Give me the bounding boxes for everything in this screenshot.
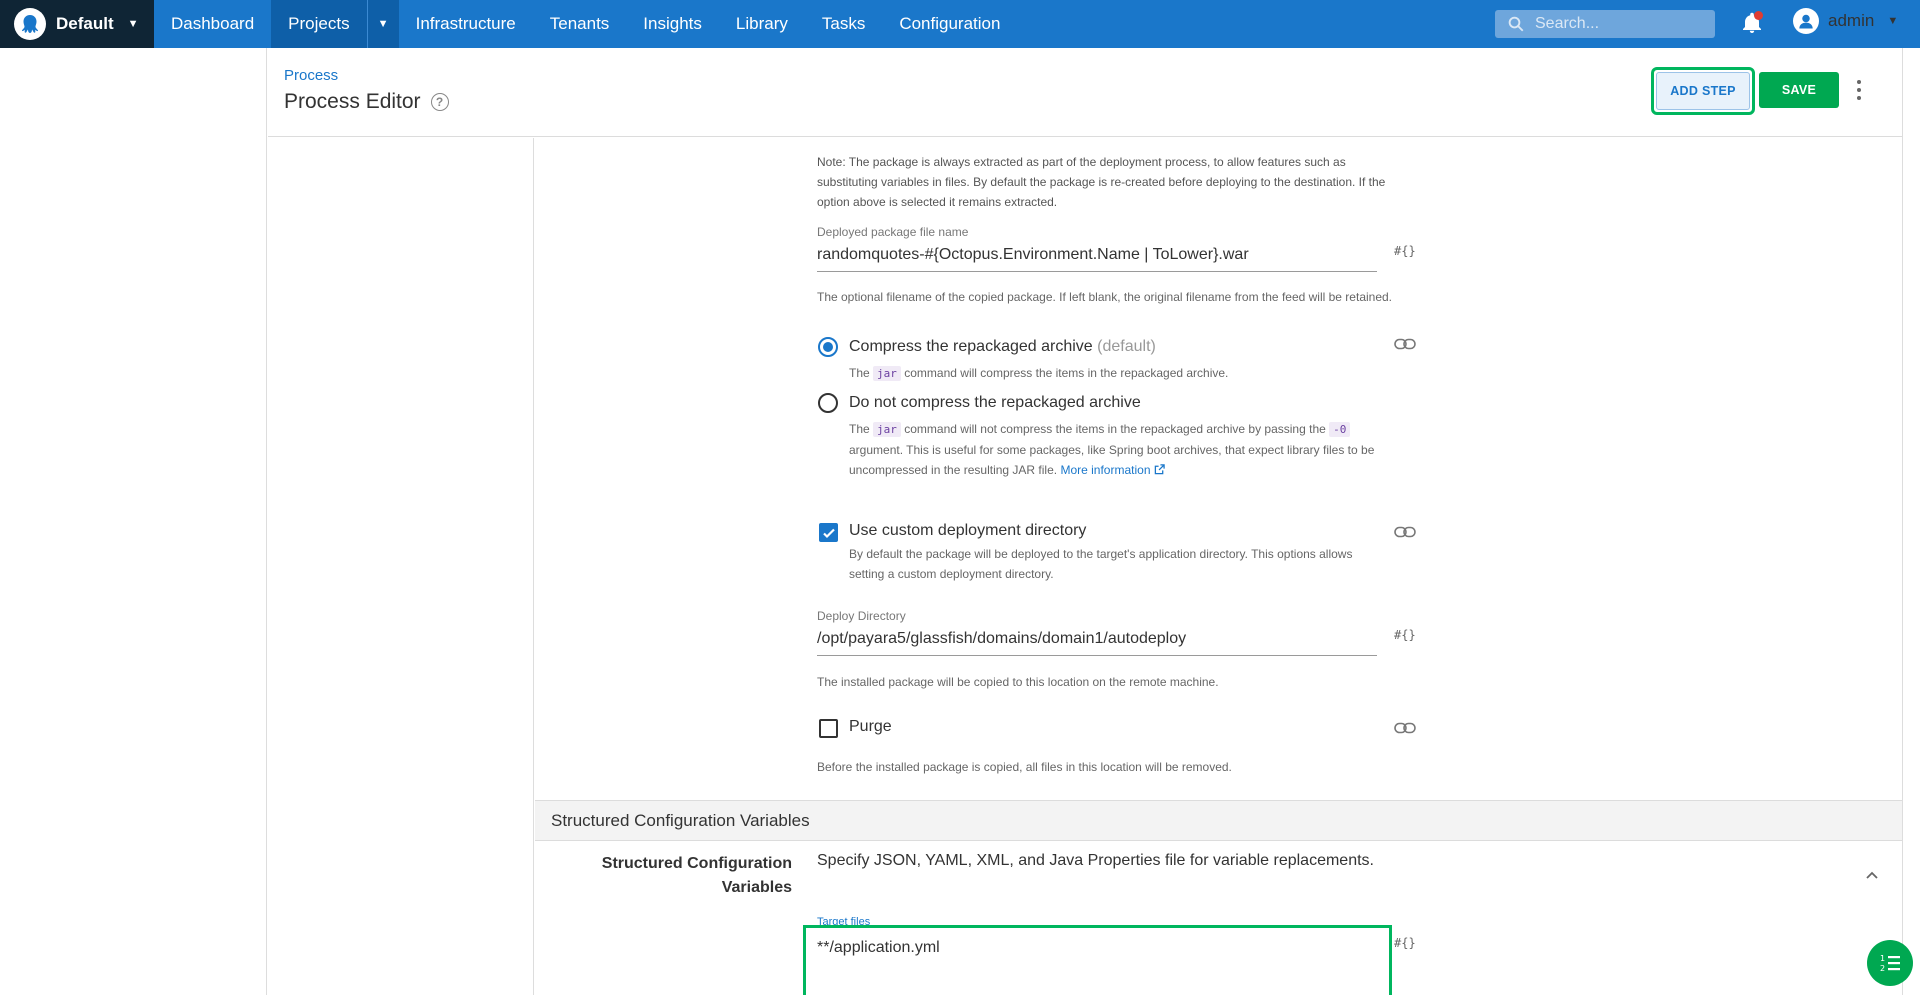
nav-library[interactable]: Library [719, 0, 805, 48]
notification-badge [1754, 11, 1763, 20]
user-name: admin [1828, 11, 1875, 30]
compress-radio[interactable] [818, 337, 838, 357]
no-compress-option-hint: The jar command will not compress the it… [849, 422, 1375, 477]
nav-dashboard[interactable]: Dashboard [154, 0, 271, 48]
custom-directory-checkbox[interactable] [819, 523, 838, 542]
deploy-directory-field[interactable]: /opt/payara5/glassfish/domains/domain1/a… [817, 630, 1186, 648]
caret-down-icon: ▼ [1887, 15, 1899, 27]
nav-tasks[interactable]: Tasks [805, 0, 882, 48]
file-name-underline [817, 271, 1377, 272]
space-switcher[interactable]: Default ▼ [0, 0, 154, 48]
structured-config-section-header: Structured Configuration Variables [535, 800, 1902, 841]
deploy-directory-underline [817, 655, 1377, 656]
nav-tenants[interactable]: Tenants [533, 0, 627, 48]
deploy-directory-hint: The installed package will be copied to … [817, 675, 1219, 689]
search-icon [1508, 16, 1524, 32]
user-avatar-icon [1793, 8, 1819, 34]
user-menu[interactable]: admin ▼ [1793, 8, 1898, 34]
link-icon[interactable] [1394, 526, 1416, 538]
extraction-note: Note: The package is always extracted as… [817, 155, 1386, 209]
kebab-menu-icon[interactable] [1855, 80, 1863, 100]
content-border [1902, 48, 1903, 995]
structured-config-description: Specify JSON, YAML, XML, and Java Proper… [817, 852, 1374, 869]
breadcrumb[interactable]: Process [284, 67, 338, 84]
search-placeholder: Search... [1535, 15, 1600, 32]
projects-dropdown-caret-icon[interactable]: ▼ [366, 0, 399, 48]
custom-directory-label: Use custom deployment directory [849, 522, 1087, 539]
purge-hint: Before the installed package is copied, … [817, 760, 1232, 774]
page-title-text: Process Editor [284, 90, 421, 113]
file-name-field[interactable]: randomquotes-#{Octopus.Environment.Name … [817, 246, 1249, 264]
nav-configuration[interactable]: Configuration [882, 0, 1017, 48]
structured-config-label: Structured Configuration Variables [601, 855, 792, 896]
step-sidebar [268, 138, 534, 995]
no-compress-radio[interactable] [818, 393, 838, 413]
search-input[interactable]: Search... [1495, 10, 1715, 38]
file-name-label: Deployed package file name [817, 225, 969, 239]
compress-option-label: Compress the repackaged archive (default… [849, 338, 1156, 355]
left-panel [0, 48, 267, 995]
link-icon[interactable] [1394, 338, 1416, 350]
target-files-highlight [803, 925, 1392, 995]
custom-directory-hint: By default the package will be deployed … [849, 547, 1353, 581]
purge-checkbox[interactable] [819, 719, 838, 738]
svg-text:2: 2 [1880, 964, 1885, 973]
nav-infrastructure[interactable]: Infrastructure [399, 0, 533, 48]
add-step-button[interactable]: ADD STEP [1656, 72, 1750, 110]
variable-insert-icon[interactable]: #{} [1394, 244, 1416, 258]
variable-insert-icon[interactable]: #{} [1394, 936, 1416, 950]
target-files-input[interactable]: **/application.yml [817, 939, 940, 957]
chevron-up-icon[interactable] [1864, 867, 1880, 883]
svg-text:1: 1 [1880, 954, 1885, 963]
file-name-hint: The optional filename of the copied pack… [817, 290, 1393, 304]
compress-option-hint: The jar command will compress the items … [849, 366, 1229, 381]
caret-down-icon: ▼ [127, 18, 139, 30]
list-icon[interactable]: 12 [1867, 940, 1913, 986]
nav-projects[interactable]: Projects [271, 0, 367, 48]
link-icon[interactable] [1394, 722, 1416, 734]
nav-insights[interactable]: Insights [626, 0, 719, 48]
save-button[interactable]: SAVE [1759, 72, 1839, 108]
page-title: Process Editor ? [284, 90, 449, 114]
no-compress-option-label: Do not compress the repackaged archive [849, 394, 1141, 411]
octopus-logo-icon [14, 8, 46, 40]
purge-label: Purge [849, 718, 892, 735]
help-icon[interactable]: ? [430, 93, 449, 111]
space-name: Default [56, 14, 114, 33]
external-link-icon [1154, 464, 1165, 475]
more-information-link[interactable]: More information [1060, 463, 1165, 477]
variable-insert-icon[interactable]: #{} [1394, 628, 1416, 642]
deploy-directory-label: Deploy Directory [817, 609, 906, 623]
